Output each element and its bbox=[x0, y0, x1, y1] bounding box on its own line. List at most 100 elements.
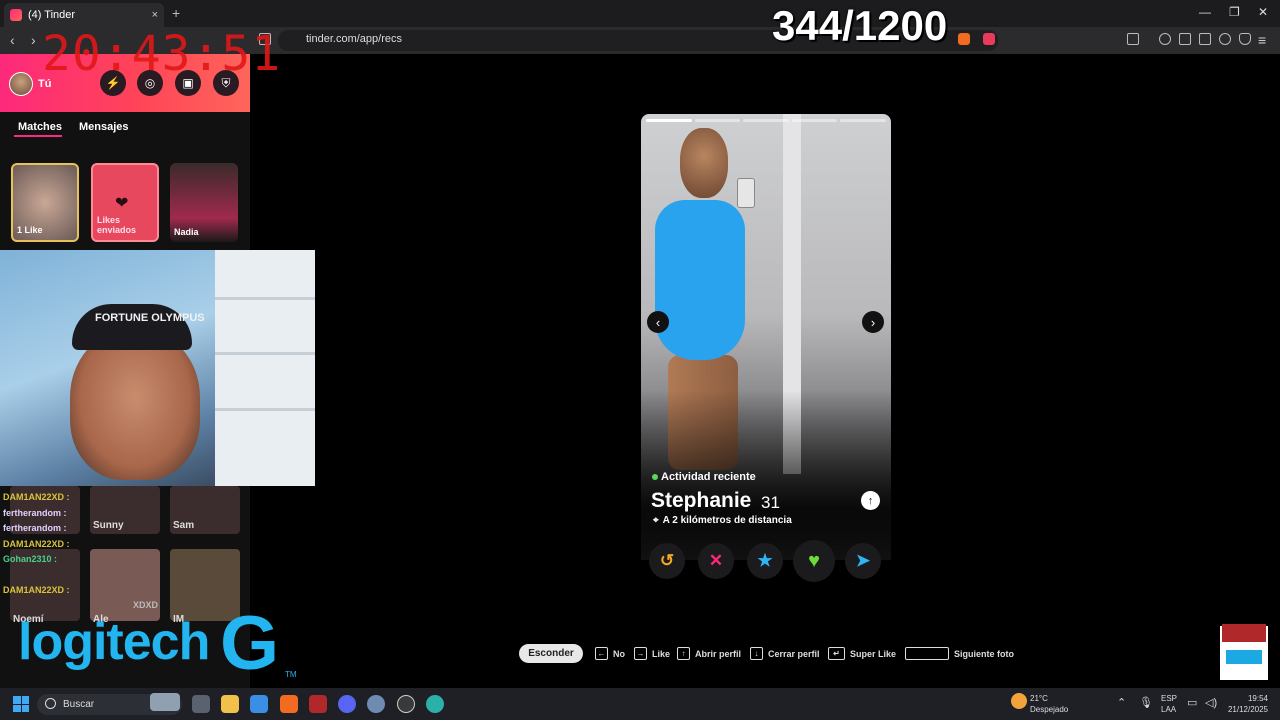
shelf-line bbox=[215, 408, 315, 411]
microphone-icon[interactable]: 🎙 bbox=[1139, 698, 1153, 709]
super-like-button[interactable]: ★ bbox=[747, 543, 783, 579]
lang-layout[interactable]: LAA bbox=[1161, 705, 1176, 715]
right-arrow-key-icon: → bbox=[634, 647, 647, 660]
swipe-counter: 344/1200 bbox=[772, 2, 948, 49]
match-card-nadia[interactable]: Nadia bbox=[170, 163, 238, 242]
nope-button[interactable]: ✕ bbox=[698, 543, 734, 579]
media-icon[interactable] bbox=[1159, 33, 1171, 45]
discord-icon[interactable] bbox=[338, 695, 356, 713]
pixel-avatar-hair bbox=[1222, 624, 1266, 642]
menu-icon[interactable]: ≡ bbox=[1258, 32, 1266, 48]
sidebar-toggle-icon[interactable] bbox=[1127, 33, 1139, 45]
tab-close-icon[interactable]: × bbox=[152, 9, 158, 21]
task-view-icon[interactable] bbox=[192, 695, 210, 713]
photo-progress-segment bbox=[646, 119, 692, 122]
rewind-button[interactable]: ↺ bbox=[649, 543, 685, 579]
brave-rewards-icon[interactable] bbox=[983, 33, 995, 45]
hint-label: Like bbox=[652, 648, 671, 659]
volume-icon[interactable]: ◁) bbox=[1205, 698, 1217, 709]
shelf-line bbox=[215, 352, 315, 355]
new-tab-button[interactable]: + bbox=[172, 5, 180, 21]
brave-browser-icon[interactable] bbox=[280, 695, 298, 713]
app-icon[interactable] bbox=[309, 695, 327, 713]
close-window-icon[interactable]: ✕ bbox=[1258, 5, 1268, 19]
weather-icon[interactable] bbox=[1011, 693, 1027, 709]
match-card-likes-sent[interactable]: ❤ Likes enviados bbox=[91, 163, 159, 242]
nope-icon: ✕ bbox=[708, 551, 724, 570]
hint-label: No bbox=[613, 648, 625, 659]
stream-clock: 20:43:51 bbox=[42, 26, 282, 82]
chat-text: : bbox=[54, 554, 58, 564]
chat-message: fertherandom : bbox=[3, 508, 67, 518]
active-tab-indicator bbox=[14, 135, 62, 137]
boost-icon: ➤ bbox=[855, 551, 871, 570]
restore-icon[interactable]: ❐ bbox=[1229, 5, 1240, 19]
thumb-label: Sunny bbox=[93, 520, 124, 531]
open-profile-button[interactable]: ↑ bbox=[861, 491, 880, 510]
boost-button[interactable]: ➤ bbox=[845, 543, 881, 579]
hint-label: Cerrar perfil bbox=[768, 648, 820, 659]
tab-matches[interactable]: Matches bbox=[18, 121, 62, 133]
avatar[interactable] bbox=[9, 72, 33, 96]
chat-user: DAM1AN22XD bbox=[3, 585, 65, 595]
chat-message: DAM1AN22XD : bbox=[3, 585, 70, 595]
pixel-avatar-mask bbox=[1226, 650, 1262, 664]
minimize-icon[interactable]: — bbox=[1199, 5, 1211, 19]
back-button[interactable]: ‹ bbox=[10, 32, 15, 48]
like-icon: ♥ bbox=[808, 549, 820, 572]
windows-start-icon[interactable] bbox=[13, 696, 29, 712]
online-dot-icon bbox=[652, 474, 658, 480]
leo-icon[interactable] bbox=[1219, 33, 1231, 45]
streamer-cap bbox=[72, 304, 192, 350]
chat-user: DAM1AN22XD bbox=[3, 539, 65, 549]
chat-message: DAM1AN22XD : bbox=[3, 539, 70, 549]
tab-messages[interactable]: Mensajes bbox=[79, 121, 129, 133]
search-highlight-icon[interactable] bbox=[150, 693, 180, 711]
chat-user: fertherandom bbox=[3, 508, 62, 518]
lang-code[interactable]: ESP bbox=[1161, 694, 1177, 704]
down-arrow-key-icon: ↓ bbox=[750, 647, 763, 660]
tray-chevron-icon[interactable]: ⌃ bbox=[1117, 698, 1126, 709]
photo-phone bbox=[737, 178, 755, 208]
activity-text: Actividad reciente bbox=[661, 471, 756, 483]
like-button[interactable]: ♥ bbox=[793, 540, 835, 582]
match-label: Likes enviados bbox=[97, 215, 137, 235]
hide-hints-button[interactable]: Esconder bbox=[519, 644, 583, 663]
photo-head bbox=[680, 128, 728, 198]
globe-app-icon[interactable] bbox=[426, 695, 444, 713]
reader-icon[interactable] bbox=[1179, 33, 1191, 45]
brave-shield-icon[interactable] bbox=[958, 33, 970, 45]
profile-age: 31 bbox=[761, 493, 780, 512]
match-label: Nadia bbox=[174, 227, 199, 237]
hint-no: ← No bbox=[595, 647, 625, 660]
super-like-icon: ★ bbox=[757, 551, 773, 570]
network-icon[interactable]: ▭ bbox=[1187, 698, 1197, 709]
match-card-likes[interactable]: 1 Like bbox=[11, 163, 79, 242]
prev-photo-button[interactable]: ‹ bbox=[647, 311, 669, 333]
store-icon[interactable] bbox=[250, 695, 268, 713]
next-photo-button[interactable]: › bbox=[862, 311, 884, 333]
heart-arrow-icon: ❤ bbox=[115, 195, 129, 212]
vpn-icon[interactable] bbox=[1239, 33, 1251, 45]
clock-date[interactable]: 21/12/2025 bbox=[1224, 705, 1268, 715]
chat-text: : bbox=[66, 585, 70, 595]
weather-desc: Despejado bbox=[1030, 705, 1069, 714]
clock-time[interactable]: 19:54 bbox=[1228, 694, 1268, 704]
profile-name: Stephanie bbox=[651, 489, 752, 512]
obs-icon[interactable] bbox=[397, 695, 415, 713]
settings-icon[interactable] bbox=[367, 695, 385, 713]
distance-text: A 2 kilómetros de distancia bbox=[662, 515, 792, 526]
chat-user: Gohan2310 bbox=[3, 554, 52, 564]
thumb-card[interactable] bbox=[90, 549, 160, 621]
forward-button[interactable]: › bbox=[31, 32, 36, 48]
chat-message: DAM1AN22XD : bbox=[3, 492, 70, 502]
browser-tab[interactable]: (4) Tinder × bbox=[4, 3, 164, 27]
chat-text: : bbox=[66, 539, 70, 549]
location-pin-icon: ⌖ bbox=[653, 515, 659, 526]
up-arrow-key-icon: ↑ bbox=[677, 647, 690, 660]
hint-close-profile: ↓ Cerrar perfil bbox=[750, 647, 820, 660]
enter-key-icon: ↵ bbox=[828, 647, 845, 660]
photo-progress-segment bbox=[791, 119, 838, 122]
wallet-icon[interactable] bbox=[1199, 33, 1211, 45]
file-explorer-icon[interactable] bbox=[221, 695, 239, 713]
